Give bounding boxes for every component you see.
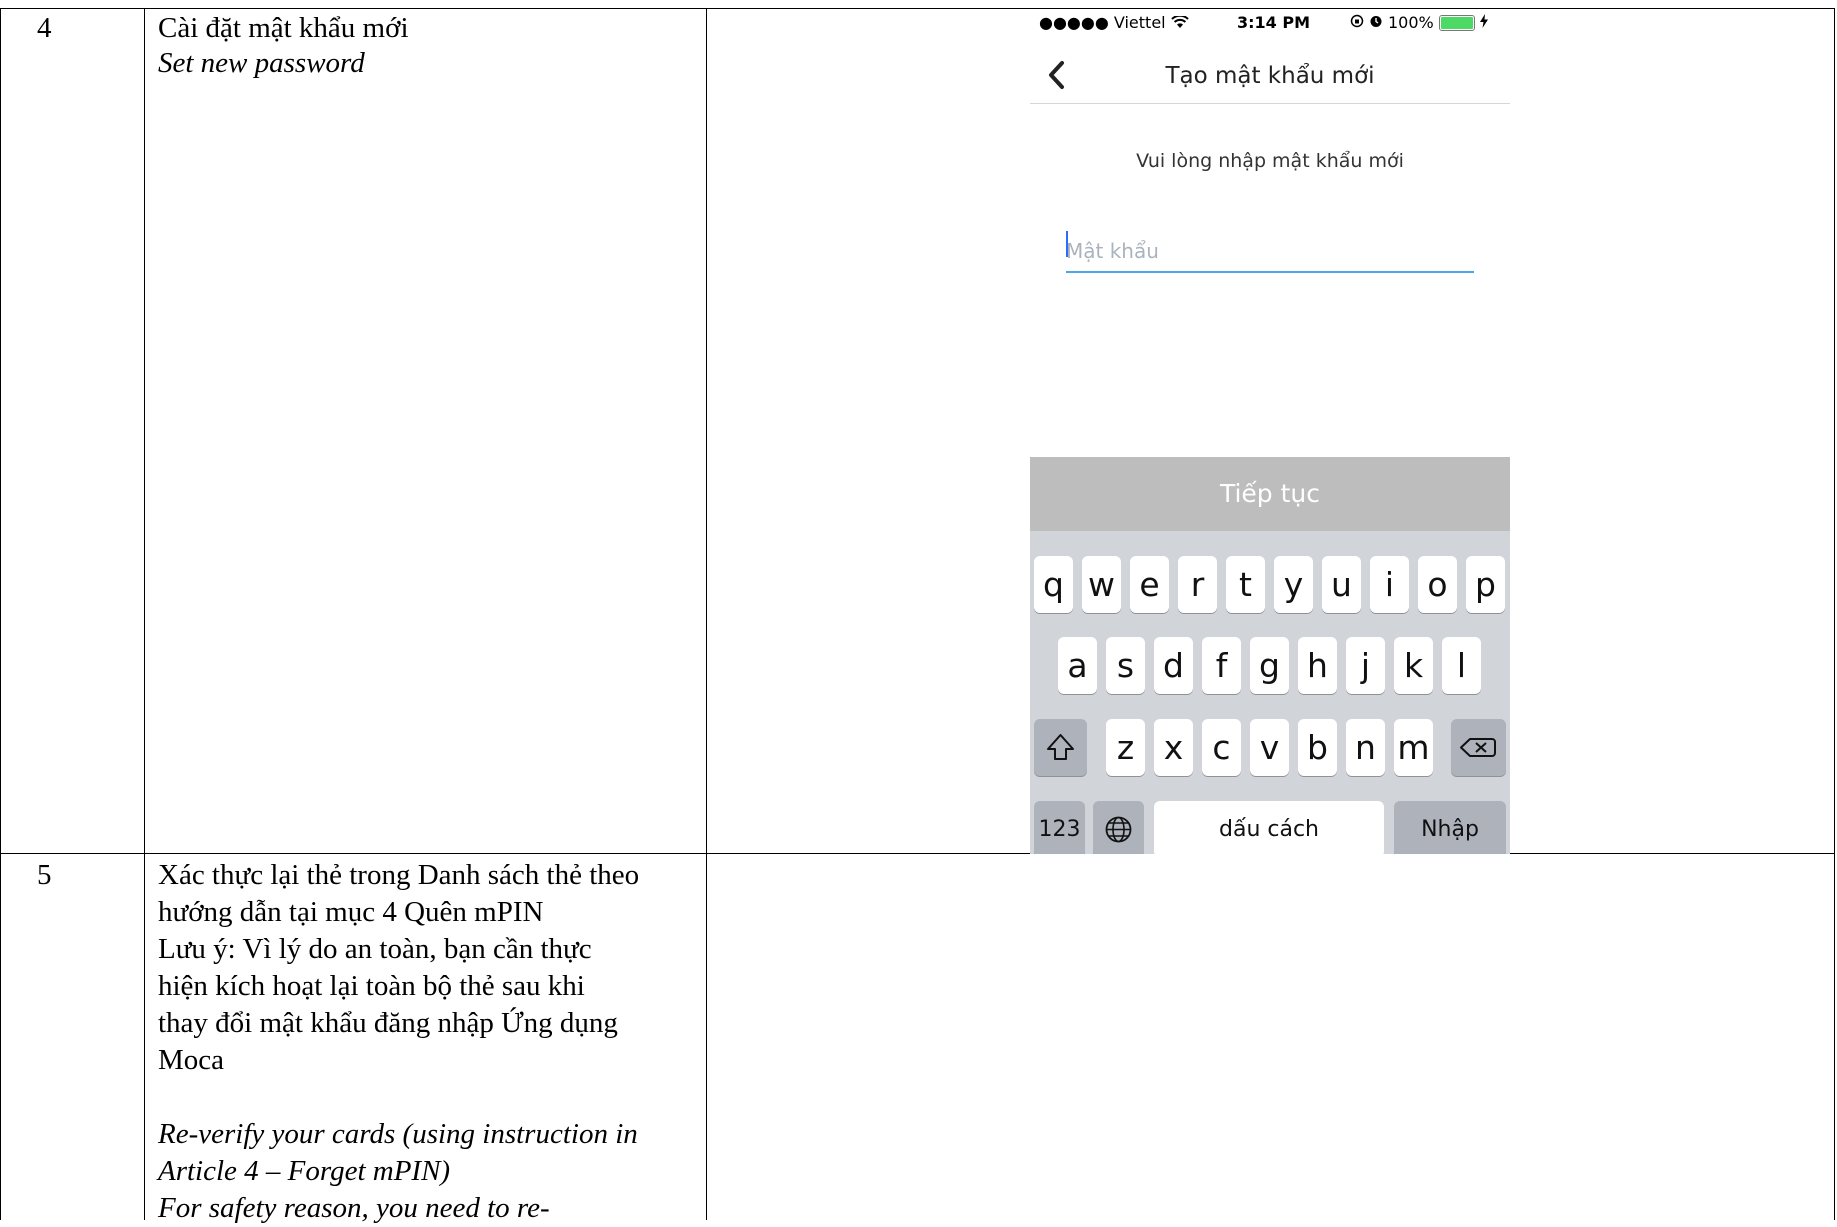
nav-bar: Tạo mật khẩu mới <box>1030 47 1510 104</box>
globe-icon <box>1093 816 1144 854</box>
battery-percent: 100% <box>1388 13 1434 32</box>
key-k[interactable]: k <box>1394 637 1433 694</box>
globe-key[interactable] <box>1093 801 1144 854</box>
step-text-vi-line: hiện kích hoạt lại toàn bộ thẻ sau khi <box>158 970 585 1002</box>
step-text-vi-line: Xác thực lại thẻ trong Danh sách thẻ the… <box>158 859 640 891</box>
page-title: Tạo mật khẩu mới <box>1165 63 1375 89</box>
table-left-border <box>0 8 1 1220</box>
password-field[interactable] <box>1066 231 1474 273</box>
carrier-label: ●●●●● Viettel <box>1039 13 1166 32</box>
phone-screenshot: ●●●●● Viettel 3:14 PM 100% Tạo mật khẩu … <box>1030 9 1510 854</box>
key-i[interactable]: i <box>1370 556 1409 613</box>
step-text-en-line: For safety reason, you need to re- <box>158 1192 550 1224</box>
numbers-key[interactable]: 123 <box>1034 801 1085 854</box>
key-q[interactable]: q <box>1034 556 1073 613</box>
table-right-border <box>1834 8 1835 1220</box>
key-y[interactable]: y <box>1274 556 1313 613</box>
alarm-icon <box>1369 13 1383 32</box>
key-g[interactable]: g <box>1250 637 1289 694</box>
key-p[interactable]: p <box>1466 556 1505 613</box>
key-v[interactable]: v <box>1250 719 1289 776</box>
key-f[interactable]: f <box>1202 637 1241 694</box>
column-divider-1 <box>144 8 145 1220</box>
step-text-vi-line: thay đổi mật khẩu đăng nhập Ứng dụng <box>158 1007 618 1039</box>
charging-icon <box>1479 13 1488 32</box>
step-title-vi: Cài đặt mật khẩu mới <box>158 12 409 44</box>
key-b[interactable]: b <box>1298 719 1337 776</box>
column-divider-2 <box>706 8 707 1220</box>
key-d[interactable]: d <box>1154 637 1193 694</box>
key-o[interactable]: o <box>1418 556 1457 613</box>
shift-key[interactable] <box>1034 719 1087 776</box>
key-e[interactable]: e <box>1130 556 1169 613</box>
table-top-border <box>0 8 1834 9</box>
key-j[interactable]: j <box>1346 637 1385 694</box>
backspace-icon <box>1451 738 1506 784</box>
status-bar: ●●●●● Viettel 3:14 PM 100% <box>1030 9 1510 35</box>
wifi-icon <box>1171 13 1189 32</box>
row-divider <box>0 853 1834 854</box>
key-z[interactable]: z <box>1106 719 1145 776</box>
key-l[interactable]: l <box>1442 637 1481 694</box>
status-time: 3:14 PM <box>1237 13 1311 32</box>
key-s[interactable]: s <box>1106 637 1145 694</box>
step-text-vi-line: Moca <box>158 1044 225 1076</box>
key-c[interactable]: c <box>1202 719 1241 776</box>
step-text-en-line: Article 4 – Forget mPIN) <box>158 1155 451 1187</box>
text-caret <box>1066 231 1068 257</box>
key-x[interactable]: x <box>1154 719 1193 776</box>
continue-button[interactable]: Tiếp tục <box>1030 457 1510 531</box>
space-key[interactable]: dấu cách <box>1154 801 1384 854</box>
battery-fill <box>1440 16 1473 29</box>
step-title-en: Set new password <box>158 47 365 79</box>
key-n[interactable]: n <box>1346 719 1385 776</box>
orientation-lock-icon <box>1350 13 1364 32</box>
instruction-text: Vui lòng nhập mật khẩu mới <box>1136 150 1404 172</box>
step-text-en-line: Re-verify your cards (using instruction … <box>158 1118 638 1150</box>
battery-icon <box>1438 14 1475 31</box>
onscreen-keyboard: q w e r t y u i o p a s d f g h j k l z … <box>1030 531 1510 854</box>
row-number: 5 <box>37 859 52 891</box>
key-u[interactable]: u <box>1322 556 1361 613</box>
key-h[interactable]: h <box>1298 637 1337 694</box>
key-w[interactable]: w <box>1082 556 1121 613</box>
carrier-group: ●●●●● Viettel <box>1039 13 1189 32</box>
backspace-key[interactable] <box>1451 719 1506 776</box>
key-t[interactable]: t <box>1226 556 1265 613</box>
return-key[interactable]: Nhập <box>1394 801 1506 854</box>
key-m[interactable]: m <box>1394 719 1433 776</box>
step-text-vi-line: hướng dẫn tại mục 4 Quên mPIN <box>158 896 544 928</box>
step-text-vi-line: Lưu ý: Vì lý do an toàn, bạn cần thực <box>158 933 592 965</box>
key-r[interactable]: r <box>1178 556 1217 613</box>
row-number: 4 <box>37 12 52 44</box>
shift-icon <box>1034 734 1087 784</box>
status-right: 100% <box>1350 13 1488 32</box>
key-a[interactable]: a <box>1058 637 1097 694</box>
